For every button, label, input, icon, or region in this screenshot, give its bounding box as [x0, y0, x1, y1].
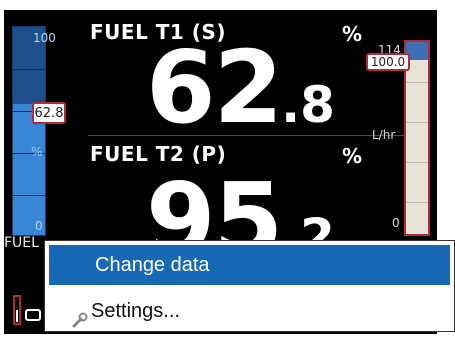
gauge-segment: [13, 69, 45, 70]
context-menu: Change data Settings...: [44, 240, 455, 332]
left-bar-gauge: 100 % 0: [12, 26, 56, 236]
gauge-segment: [13, 195, 45, 196]
menu-item-label: Settings...: [91, 300, 180, 322]
gauge-segment: [406, 82, 428, 83]
gauge-segment: [406, 202, 428, 203]
panel-top-value-dec: .8: [281, 76, 335, 134]
panel-top-unit: %: [342, 22, 363, 46]
wrench-icon: [71, 303, 89, 328]
panel-top-value-int: 62: [146, 29, 283, 146]
left-gauge-marker: 62.8: [32, 102, 66, 124]
bottom-page-label: FUEL: [4, 235, 39, 251]
menu-item-label: Change data: [95, 254, 210, 276]
left-gauge-unit: %: [31, 145, 43, 159]
left-gauge-min-label: 0: [35, 219, 43, 233]
menu-item-change-data[interactable]: Change data: [49, 245, 450, 285]
gauge-segment: [406, 122, 428, 123]
menu-item-settings[interactable]: Settings...: [45, 291, 454, 331]
panel-bottom-unit: %: [342, 144, 363, 168]
right-gauge-marker: 100.0: [366, 53, 410, 71]
gauge-segment: [406, 162, 428, 163]
panel-divider: [88, 135, 404, 136]
fuel-tank-icon: [12, 292, 48, 328]
left-gauge-max-label: 100: [33, 31, 56, 45]
right-gauge-min-label: 0: [392, 216, 400, 230]
panel-top-value: 62.8: [146, 38, 335, 138]
right-gauge-unit: L/hr: [372, 128, 396, 142]
